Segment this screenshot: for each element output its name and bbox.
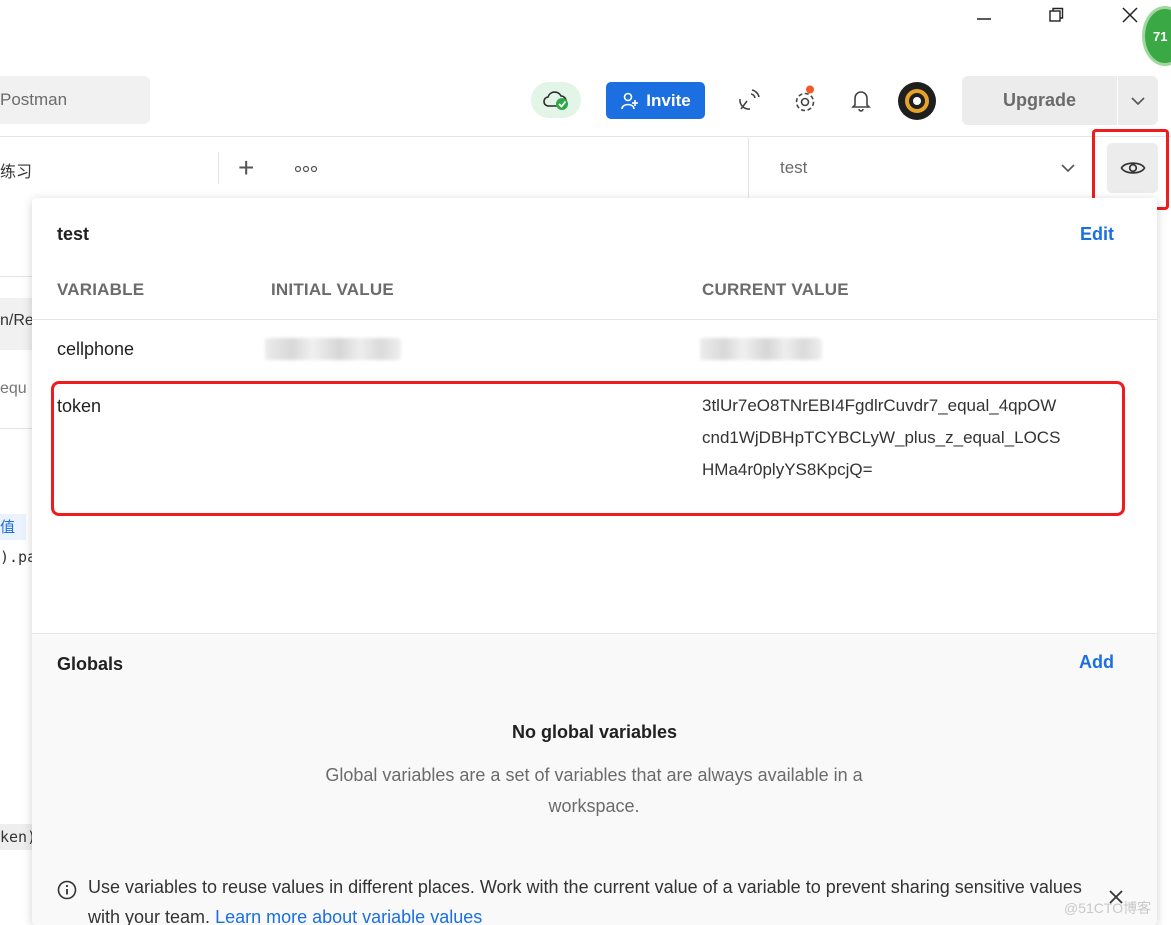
- bell-icon: [851, 91, 871, 112]
- cloud-check-icon: [543, 91, 568, 110]
- avatar[interactable]: [898, 82, 936, 120]
- search-placeholder: Postman: [0, 90, 68, 109]
- learn-more-link[interactable]: Learn more about variable values: [215, 907, 482, 925]
- watermark: @51CTO博客: [1064, 900, 1152, 916]
- invite-button[interactable]: Invite: [606, 82, 705, 119]
- environment-dropdown-button[interactable]: [1060, 160, 1076, 178]
- add-user-icon: [621, 92, 639, 109]
- upgrade-button[interactable]: Upgrade: [962, 76, 1117, 125]
- variables-info-banner: Use variables to reuse values in differe…: [88, 872, 1088, 925]
- header-divider: [0, 136, 1171, 137]
- table-header-divider: [32, 319, 1157, 320]
- code-fragment: 值: [0, 518, 16, 536]
- tab-active-request[interactable]: 练习: [0, 158, 32, 182]
- left-fragment: n/Re: [0, 312, 34, 329]
- redacted-initial-value: [265, 338, 401, 360]
- minimize-button[interactable]: [964, 0, 1004, 30]
- no-globals-description: Global variables are a set of variables …: [325, 765, 863, 816]
- no-globals-title: No global variables: [511, 722, 678, 742]
- env-divider: [748, 138, 749, 198]
- globals-section: Globals Add No global variables Global v…: [32, 633, 1157, 925]
- edit-environment-link[interactable]: Edit: [1080, 224, 1114, 245]
- info-icon: [57, 880, 77, 905]
- highlight-token-row: [51, 381, 1125, 516]
- environment-quick-look-panel: test Edit VARIABLE INITIAL VALUE CURRENT…: [32, 198, 1157, 925]
- gear-icon: [795, 85, 815, 112]
- satellite-icon: [739, 89, 760, 110]
- upgrade-dropdown-button[interactable]: [1118, 76, 1158, 125]
- column-header-current-value: CURRENT VALUE: [702, 280, 849, 299]
- restore-icon: [1049, 7, 1064, 22]
- chevron-down-icon: [1061, 164, 1075, 173]
- sync-status-button[interactable]: [531, 82, 581, 118]
- column-header-initial-value: INITIAL VALUE: [271, 280, 394, 299]
- code-fragment: ).pa: [0, 548, 37, 566]
- globals-title: Globals: [57, 654, 124, 674]
- more-tabs-button[interactable]: [294, 160, 319, 176]
- left-fragment: equ: [0, 380, 27, 397]
- minimize-icon: [977, 18, 991, 20]
- code-fragment: ken): [0, 828, 37, 846]
- chevron-down-icon: [1131, 96, 1145, 105]
- invite-label: Invite: [646, 90, 691, 110]
- column-header-variable: VARIABLE: [57, 280, 145, 299]
- variable-name-cellphone: cellphone: [57, 339, 135, 359]
- environment-title: test: [57, 224, 90, 244]
- avatar-icon: [905, 89, 929, 113]
- capture-requests-button[interactable]: [733, 84, 765, 116]
- notifications-button[interactable]: [845, 84, 877, 116]
- redacted-current-value: [700, 338, 822, 360]
- environment-selector[interactable]: test: [780, 158, 807, 178]
- more-icon: [294, 165, 318, 173]
- left-divider: [0, 276, 32, 277]
- settings-button[interactable]: [789, 84, 821, 116]
- add-global-link[interactable]: Add: [1079, 652, 1114, 673]
- left-divider: [0, 428, 32, 429]
- restore-button[interactable]: [1036, 0, 1076, 30]
- new-tab-button[interactable]: +: [238, 152, 254, 184]
- close-icon: [1122, 7, 1138, 23]
- search-input[interactable]: Postman: [0, 76, 150, 124]
- tab-divider: [218, 152, 219, 184]
